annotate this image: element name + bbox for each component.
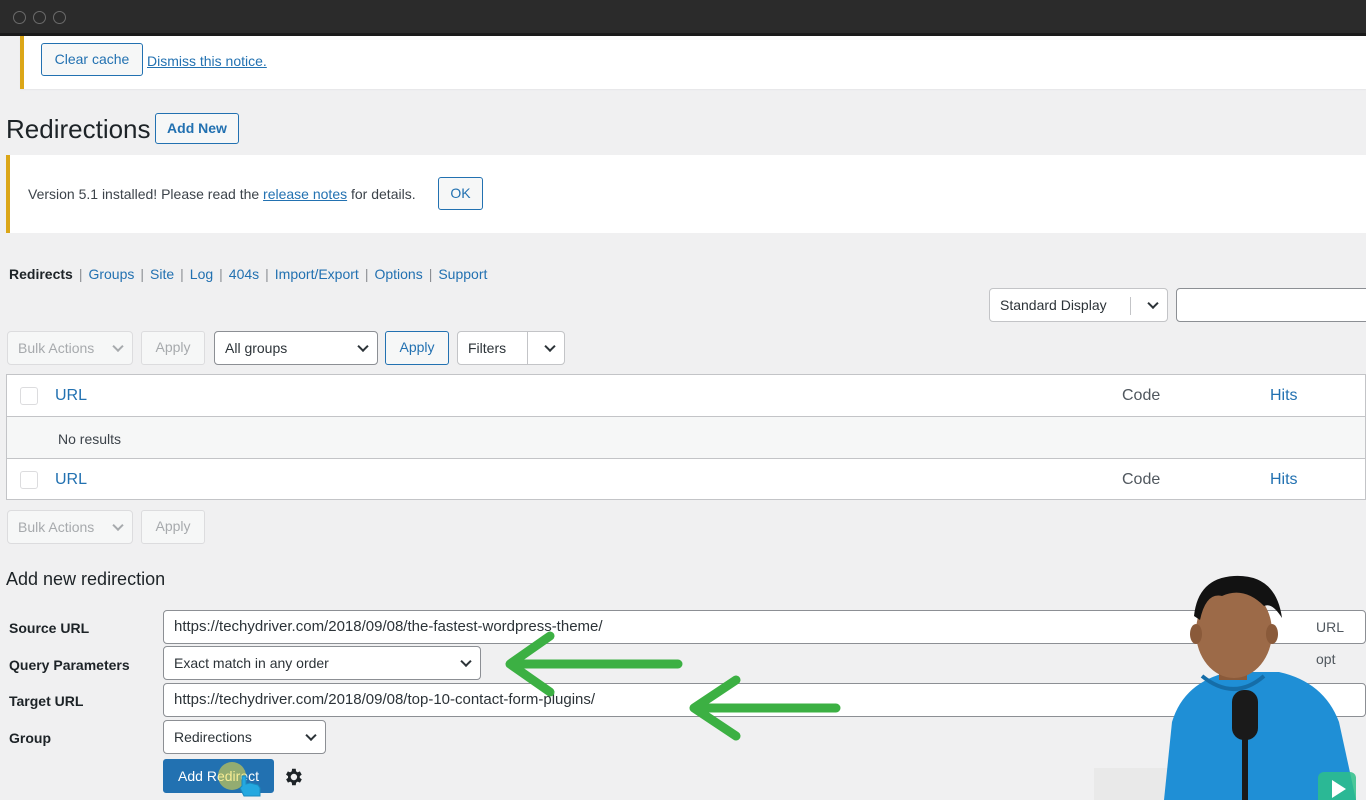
arrow-left-icon (505, 631, 683, 697)
nav-options[interactable]: Options (374, 266, 422, 282)
arrow-left-icon (689, 675, 841, 741)
apply-bulk-button-top[interactable]: Apply (141, 331, 205, 365)
chevron-down-icon (112, 340, 124, 353)
col-url-header[interactable]: URL (55, 387, 87, 405)
select-all-checkbox[interactable] (20, 387, 38, 405)
nav-site[interactable]: Site (150, 266, 174, 282)
webcam-overlay (1094, 572, 1366, 800)
apply-bulk-button-bottom[interactable]: Apply (141, 510, 205, 544)
bulk-actions-select-bottom[interactable]: Bulk Actions (7, 510, 133, 544)
select-all-checkbox-footer[interactable] (20, 471, 38, 489)
add-redirection-heading: Add new redirection (6, 569, 166, 589)
group-select[interactable]: Redirections (163, 720, 326, 754)
query-parameters-label: Query Parameters (9, 657, 130, 673)
display-mode-select[interactable]: Standard Display (989, 288, 1168, 322)
window-close-dot[interactable] (13, 11, 26, 24)
gear-icon[interactable] (282, 766, 304, 788)
chevron-down-icon (1147, 297, 1159, 310)
bulk-actions-label-top: Bulk Actions (18, 340, 95, 356)
group-filter-select[interactable]: All groups (214, 331, 378, 365)
select-divider (1130, 297, 1131, 315)
source-url-label: Source URL (9, 620, 90, 636)
group-value: Redirections (174, 729, 252, 745)
version-notice-suffix: for details. (347, 186, 416, 202)
add-new-button[interactable]: Add New (155, 113, 239, 144)
release-notes-link[interactable]: release notes (263, 186, 347, 202)
bulk-actions-label-bottom: Bulk Actions (18, 519, 95, 535)
col-hits-footer[interactable]: Hits (1270, 471, 1298, 489)
dismiss-notice-link[interactable]: Dismiss this notice. (147, 53, 267, 69)
select-divider (527, 332, 528, 364)
subsubsub-nav: Redirects | Groups | Site | Log | 404s | Import/Ex… (9, 266, 488, 282)
display-mode-value: Standard Display (1000, 297, 1107, 313)
window-titlebar (0, 0, 1366, 36)
version-notice-prefix: Version 5.1 installed! Please read the (28, 186, 264, 202)
nav-404s[interactable]: 404s (229, 266, 259, 282)
nav-groups[interactable]: Groups (88, 266, 134, 282)
col-code-header: Code (1122, 387, 1161, 404)
table-footer-row: URL Code Hits (7, 459, 1365, 501)
chevron-down-icon (305, 729, 317, 742)
table-header-row: URL Code Hits (7, 375, 1365, 417)
nav-support[interactable]: Support (438, 266, 487, 282)
col-hits-header[interactable]: Hits (1270, 387, 1298, 405)
redirects-table: URL Code Hits No results URL Code Hits (6, 374, 1366, 500)
chevron-down-icon (544, 340, 556, 353)
version-notice: Version 5.1 installed! Please read the r… (6, 155, 1366, 233)
nav-redirects[interactable]: Redirects (9, 266, 73, 282)
filters-label: Filters (468, 340, 507, 356)
wp-admin-page: Clear cache Dismiss this notice. Redirec… (0, 36, 1366, 800)
table-row: No results (7, 417, 1365, 459)
presenter-video (1094, 575, 1356, 800)
search-input[interactable] (1176, 288, 1366, 322)
no-results-text: No results (58, 431, 122, 447)
apply-group-button[interactable]: Apply (385, 331, 449, 365)
cache-notice: Clear cache Dismiss this notice. (20, 36, 1366, 89)
col-code-footer: Code (1122, 471, 1161, 488)
nav-log[interactable]: Log (190, 266, 213, 282)
window-minimize-dot[interactable] (33, 11, 46, 24)
query-parameters-select[interactable]: Exact match in any order (163, 646, 481, 680)
pointer-hand-icon (239, 775, 261, 797)
bulk-actions-select-top[interactable]: Bulk Actions (7, 331, 133, 365)
page-title: Redirections (6, 114, 151, 144)
query-parameters-value: Exact match in any order (174, 655, 329, 671)
ok-button[interactable]: OK (438, 177, 483, 210)
clear-cache-button[interactable]: Clear cache (41, 43, 143, 76)
col-url-footer[interactable]: URL (55, 471, 87, 489)
target-url-label: Target URL (9, 693, 84, 709)
group-label: Group (9, 730, 51, 746)
chevron-down-icon (460, 655, 472, 668)
group-filter-value: All groups (225, 340, 288, 356)
window-zoom-dot[interactable] (53, 11, 66, 24)
nav-import-export[interactable]: Import/Export (275, 266, 359, 282)
filters-select[interactable]: Filters (457, 331, 565, 365)
chevron-down-icon (357, 340, 369, 353)
chevron-down-icon (112, 519, 124, 532)
version-notice-text: Version 5.1 installed! Please read the r… (28, 186, 416, 202)
